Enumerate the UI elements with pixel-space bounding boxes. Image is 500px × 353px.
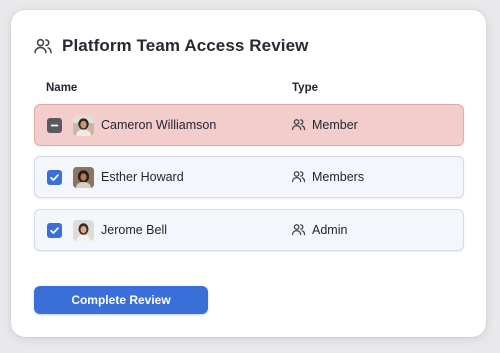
card-header: Platform Team Access Review xyxy=(33,36,308,56)
users-icon xyxy=(291,224,306,236)
row-checkbox[interactable] xyxy=(47,170,62,185)
member-name: Cameron Williamson xyxy=(101,118,217,132)
row-checkbox[interactable] xyxy=(47,223,62,238)
member-type: Member xyxy=(312,118,358,132)
member-name: Jerome Bell xyxy=(101,223,167,237)
avatar xyxy=(73,167,94,188)
complete-review-button[interactable]: Complete Review xyxy=(34,286,208,314)
table-row[interactable]: Esther Howard Members xyxy=(34,156,464,198)
checkmark-icon xyxy=(50,227,59,234)
users-icon xyxy=(291,171,306,183)
page-title: Platform Team Access Review xyxy=(62,36,309,55)
member-type: Members xyxy=(312,170,365,184)
users-icon xyxy=(34,38,52,54)
column-header-type: Type xyxy=(292,82,318,94)
table-row[interactable]: Cameron Williamson Member xyxy=(34,104,464,146)
column-header-name: Name xyxy=(46,82,78,94)
avatar xyxy=(73,115,94,136)
users-icon xyxy=(291,119,306,131)
member-type: Admin xyxy=(312,223,348,237)
table-row[interactable]: Jerome Bell Admin xyxy=(34,209,464,251)
access-review-card: Platform Team Access Review Name Type Ca… xyxy=(11,10,486,337)
row-checkbox[interactable] xyxy=(47,118,62,133)
checkmark-icon xyxy=(50,174,59,181)
member-name: Esther Howard xyxy=(101,170,184,184)
avatar xyxy=(73,220,94,241)
minus-icon xyxy=(50,124,59,127)
